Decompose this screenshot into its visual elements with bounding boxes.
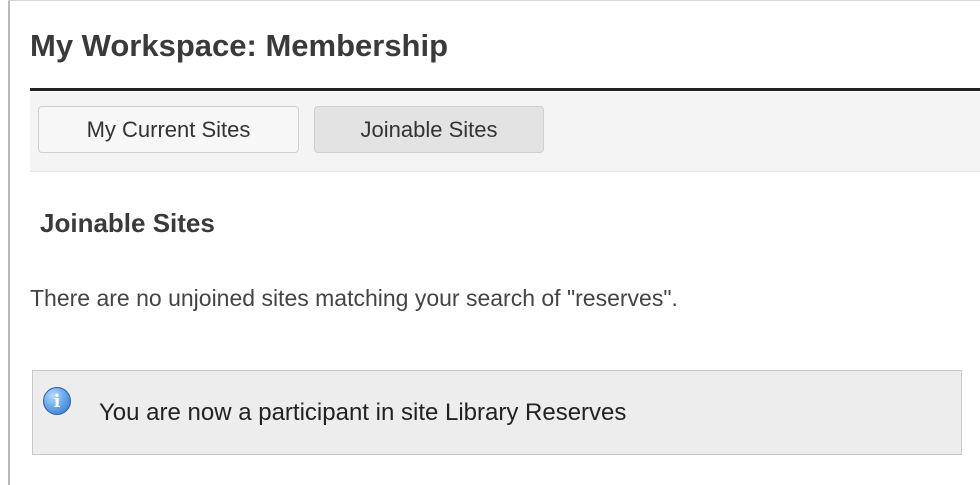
left-border	[8, 0, 10, 485]
no-results-message: There are no unjoined sites matching you…	[30, 285, 678, 311]
top-border	[8, 0, 980, 1]
tab-toolbar: My Current Sites Joinable Sites	[30, 92, 980, 172]
tab-my-current-sites[interactable]: My Current Sites	[38, 106, 299, 153]
section-heading: Joinable Sites	[40, 208, 215, 238]
info-icon: i	[43, 387, 71, 415]
page-title: My Workspace: Membership	[30, 28, 449, 63]
title-divider	[30, 88, 980, 91]
membership-page: My Workspace: Membership My Current Site…	[0, 0, 980, 485]
notice-box: i You are now a participant in site Libr…	[32, 370, 962, 455]
tab-joinable-sites[interactable]: Joinable Sites	[314, 106, 544, 153]
notice-text: You are now a participant in site Librar…	[99, 399, 627, 426]
